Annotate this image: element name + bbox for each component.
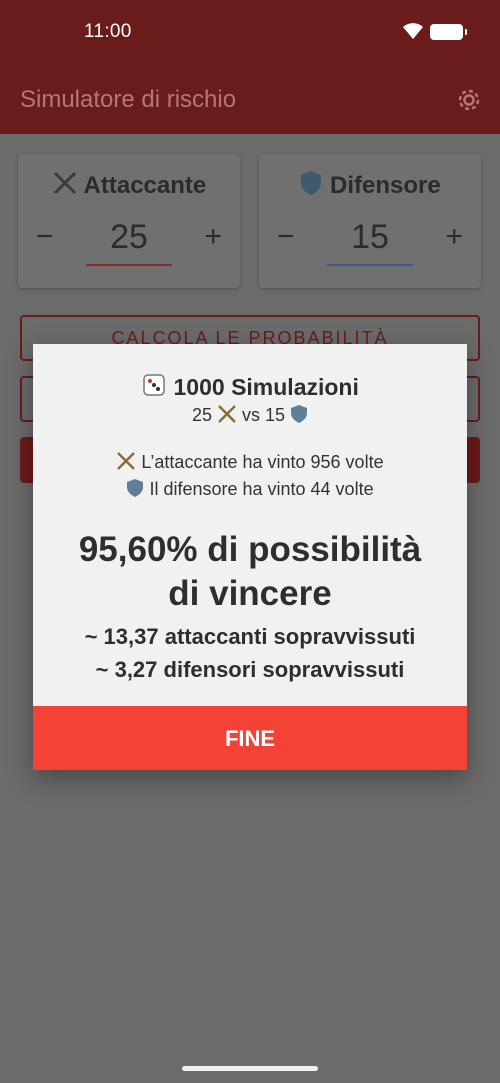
win-probability: 95,60% di possibilità di vincere [33, 528, 467, 616]
win-probability-line2: di vincere [168, 574, 332, 613]
shield-icon [290, 404, 308, 429]
dialog-title-text: 1000 Simulazioni [173, 374, 359, 400]
attacker-plus-button[interactable]: + [204, 220, 222, 254]
wifi-icon [403, 23, 423, 39]
defender-input-underline [327, 264, 413, 266]
gear-icon[interactable] [455, 86, 483, 114]
attacker-wins-line: L’attaccante ha vinto 956 volte [33, 451, 467, 476]
battery-icon [430, 24, 467, 40]
attacker-title: Attaccante [18, 170, 240, 203]
status-bar: 11:00 [0, 0, 500, 62]
defender-title: Difensore [259, 170, 481, 203]
defender-card: Difensore − 15 + [259, 154, 481, 288]
shield-icon [126, 478, 144, 503]
crossed-swords-icon [52, 170, 78, 203]
attackers-survived: ~ 13,37 attaccanti sopravvissuti [84, 624, 416, 649]
defender-plus-button[interactable]: + [445, 220, 463, 254]
dialog-title: 1000 Simulazioni [33, 372, 467, 404]
defender-minus-button[interactable]: − [277, 220, 295, 254]
attacker-card: Attaccante − 25 + [18, 154, 240, 288]
defender-wins-text: Il difensore ha vinto 44 volte [149, 479, 374, 499]
app-title: Simulatore di rischio [20, 86, 237, 113]
attacker-label: Attaccante [83, 172, 207, 199]
matchup-attackers: 25 [191, 405, 212, 425]
crossed-swords-icon [116, 451, 136, 476]
shield-icon [299, 170, 323, 203]
attacker-count-input[interactable]: 25 [86, 218, 172, 257]
close-dialog-button[interactable]: FINE [33, 706, 467, 770]
attacker-minus-button[interactable]: − [36, 220, 54, 254]
dialog-matchup: 25 vs 15 [33, 404, 467, 429]
close-dialog-label: FINE [224, 726, 276, 751]
dice-icon [141, 372, 167, 404]
defender-label: Difensore [329, 172, 441, 199]
crossed-swords-icon [217, 404, 237, 429]
matchup-vs-defenders: vs 15 [242, 405, 286, 425]
defenders-survived: ~ 3,27 difensori sopravvissuti [95, 657, 405, 682]
attacker-wins-text: L’attaccante ha vinto 956 volte [141, 452, 384, 472]
defender-count-input[interactable]: 15 [327, 218, 413, 257]
app-bar: Simulatore di rischio [0, 62, 500, 134]
status-time: 11:00 [84, 21, 132, 42]
win-probability-line1: 95,60% di possibilità [78, 530, 422, 569]
defender-wins-line: Il difensore ha vinto 44 volte [33, 478, 467, 503]
attacker-input-underline [86, 264, 172, 266]
home-indicator[interactable] [182, 1066, 318, 1071]
simulation-results-dialog: 1000 Simulazioni 25 vs 15 L’attaccante h… [33, 344, 467, 770]
